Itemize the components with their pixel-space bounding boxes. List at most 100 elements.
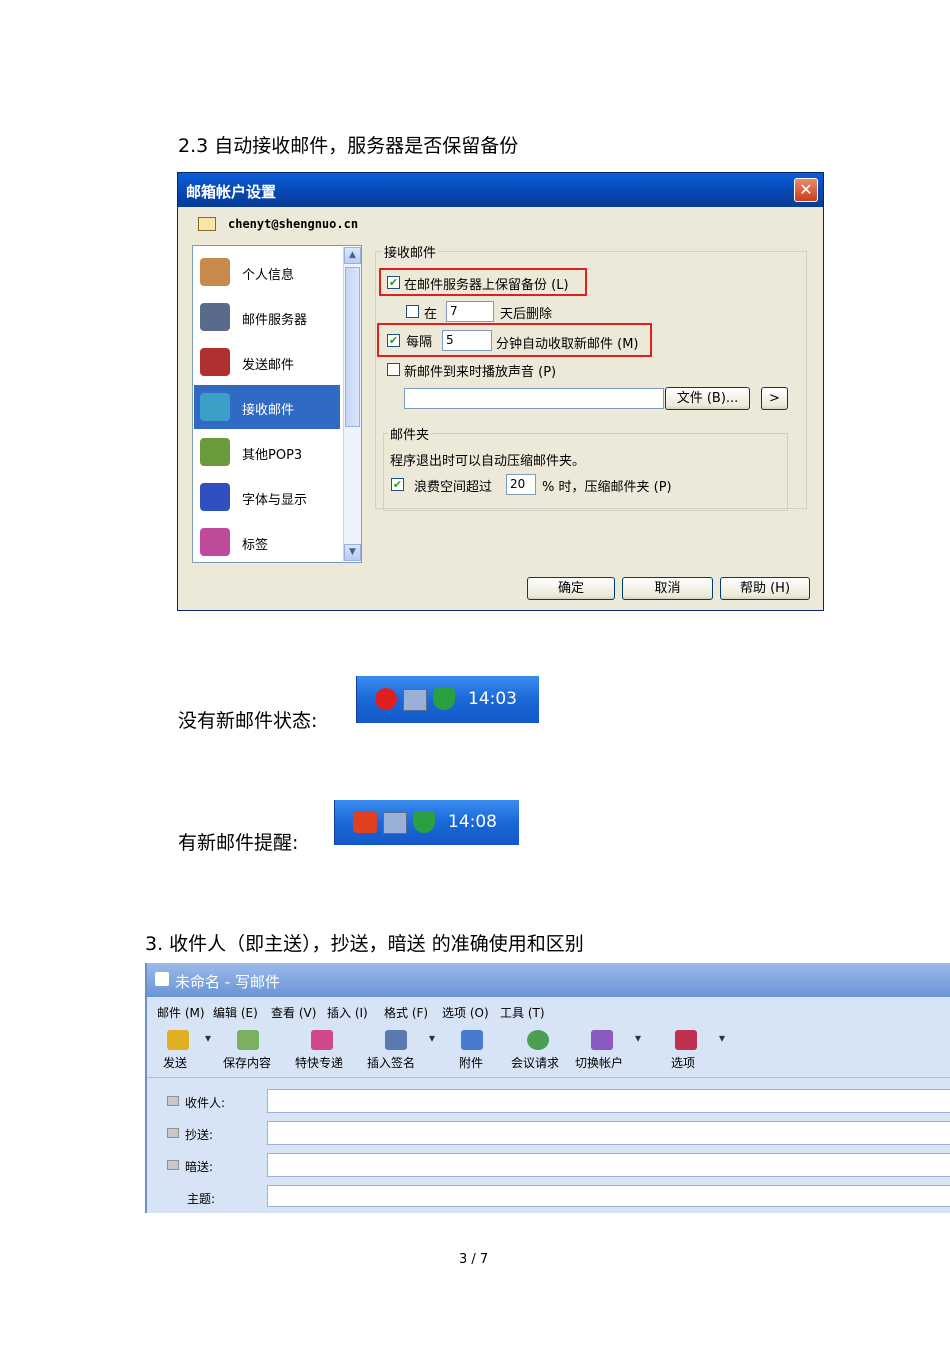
receive-mail-group-label: 接收邮件 <box>382 242 439 261</box>
signature-icon <box>385 1030 407 1050</box>
nav-item-other-pop3[interactable]: 其他POP3 <box>194 430 340 474</box>
network-icon[interactable] <box>403 689 427 711</box>
toolbar-signature[interactable]: 插入签名 <box>367 1054 415 1071</box>
switch-account-dropdown[interactable]: ▾ <box>635 1031 641 1045</box>
cc-label: 抄送: <box>185 1128 214 1142</box>
dialog-titlebar[interactable]: 邮箱帐户设置 ✕ <box>178 173 823 207</box>
ok-button[interactable]: 确定 <box>527 577 615 600</box>
waste-space-suffix: % 时，压缩邮件夹 (P) <box>542 480 672 495</box>
interval-suffix: 分钟自动收取新邮件 (M) <box>496 337 639 352</box>
bcc-label: 暗送: <box>185 1160 214 1174</box>
envelope-icon <box>198 217 216 231</box>
toolbar-save[interactable]: 保存内容 <box>223 1054 271 1071</box>
subject-label: 主题: <box>187 1192 216 1206</box>
settings-category-list: 个人信息 邮件服务器 发送邮件 接收邮件 其他POP3 字体与显示 标签 ▲ ▼ <box>192 245 362 563</box>
nav-scrollbar[interactable]: ▲ ▼ <box>343 247 361 561</box>
shield-icon[interactable] <box>413 811 435 833</box>
dialog-title: 邮箱帐户设置 <box>186 183 277 201</box>
to-input[interactable] <box>267 1089 950 1113</box>
waste-percent-input[interactable]: 20 <box>506 474 536 495</box>
nav-item-mail-server[interactable]: 邮件服务器 <box>194 295 340 339</box>
compose-title: 未命名 - 写邮件 <box>175 973 280 991</box>
nav-item-personal-info[interactable]: 个人信息 <box>194 250 340 294</box>
page-number: 3 / 7 <box>459 1252 489 1267</box>
section-heading-2-3: 2.3 自动接收邮件，服务器是否保留备份 <box>178 135 519 157</box>
scroll-up-button[interactable]: ▲ <box>344 247 361 264</box>
interval-minutes-input[interactable]: 5 <box>442 330 492 351</box>
help-button[interactable]: 帮助 (H) <box>720 577 810 600</box>
tray-clock: 14:08 <box>448 812 497 832</box>
toolbar-express[interactable]: 特快专递 <box>295 1054 343 1071</box>
nav-item-receive-mail[interactable]: 接收邮件 <box>194 385 340 429</box>
nav-item-label: 标签 <box>242 538 269 553</box>
menu-format[interactable]: 格式 (F) <box>384 1004 428 1021</box>
interval-prefix: 每隔 <box>406 335 433 350</box>
subject-input[interactable] <box>267 1185 950 1207</box>
signature-dropdown[interactable]: ▾ <box>429 1031 435 1045</box>
cancel-button[interactable]: 取消 <box>622 577 713 600</box>
send-icon <box>167 1030 189 1050</box>
toolbar-attachment[interactable]: 附件 <box>459 1054 483 1071</box>
express-icon <box>311 1030 333 1050</box>
nav-item-label: 邮件服务器 <box>242 313 308 328</box>
tray-clock: 14:03 <box>468 689 517 709</box>
send-dropdown[interactable]: ▾ <box>205 1031 211 1045</box>
nav-item-label: 接收邮件 <box>242 403 295 418</box>
send-mail-icon <box>200 348 230 376</box>
delete-after-prefix: 在 <box>424 307 438 322</box>
address-book-icon[interactable] <box>167 1128 179 1138</box>
menu-edit[interactable]: 编辑 (E) <box>213 1004 258 1021</box>
keep-backup-checkbox[interactable]: ✔ <box>387 276 400 289</box>
nav-item-send-mail[interactable]: 发送邮件 <box>194 340 340 384</box>
no-mail-label: 没有新邮件状态: <box>178 710 318 732</box>
tag-icon <box>200 528 230 556</box>
nav-item-label: 字体与显示 <box>242 493 308 508</box>
address-book-icon[interactable] <box>167 1160 179 1170</box>
mail-folder-group: 邮件夹 <box>383 424 788 511</box>
mail-folder-group-label: 邮件夹 <box>388 424 432 443</box>
scroll-thumb[interactable] <box>345 267 360 427</box>
save-icon <box>237 1030 259 1050</box>
new-mail-label: 有新邮件提醒: <box>178 832 299 854</box>
scroll-down-button[interactable]: ▼ <box>344 544 361 561</box>
toolbar-meeting[interactable]: 会议请求 <box>511 1054 559 1071</box>
foxmail-icon[interactable] <box>375 688 397 710</box>
toolbar-divider <box>147 1077 950 1078</box>
nav-item-tags[interactable]: 标签 <box>194 520 340 564</box>
menu-tools[interactable]: 工具 (T) <box>500 1004 545 1021</box>
nav-item-font-display[interactable]: 字体与显示 <box>194 475 340 519</box>
nav-item-label: 个人信息 <box>242 268 295 283</box>
menu-options[interactable]: 选项 (O) <box>442 1004 489 1021</box>
attachment-icon <box>461 1030 483 1050</box>
options-dropdown[interactable]: ▾ <box>719 1031 725 1045</box>
compose-titlebar[interactable]: 未命名 - 写邮件 <box>147 963 950 997</box>
keep-backup-label: 在邮件服务器上保留备份 (L) <box>404 278 569 293</box>
menu-view[interactable]: 查看 (V) <box>271 1004 316 1021</box>
toolbar-send[interactable]: 发送 <box>163 1054 187 1071</box>
network-icon[interactable] <box>383 812 407 834</box>
compress-description: 程序退出时可以自动压缩邮件夹。 <box>390 454 586 469</box>
new-mail-icon[interactable] <box>353 811 377 833</box>
delete-days-input[interactable]: 7 <box>446 301 494 322</box>
toolbar-options[interactable]: 选项 <box>671 1054 695 1071</box>
play-sound-button[interactable]: > <box>761 387 788 410</box>
delete-after-checkbox[interactable] <box>406 305 419 318</box>
bcc-input[interactable] <box>267 1153 950 1177</box>
waste-space-checkbox[interactable]: ✔ <box>391 478 404 491</box>
file-browse-button[interactable]: 文件 (B)... <box>665 387 750 410</box>
sound-file-input[interactable] <box>404 388 664 409</box>
account-settings-dialog: 邮箱帐户设置 ✕ chenyt@shengnuo.cn 个人信息 邮件服务器 发… <box>177 172 824 611</box>
address-book-icon[interactable] <box>167 1096 179 1106</box>
play-sound-checkbox[interactable] <box>387 363 400 376</box>
close-button[interactable]: ✕ <box>794 178 818 202</box>
menu-insert[interactable]: 插入 (I) <box>327 1004 368 1021</box>
tray-no-mail: 14:03 <box>356 676 539 723</box>
cc-input[interactable] <box>267 1121 950 1145</box>
toolbar-switch-account[interactable]: 切换帐户 <box>575 1054 623 1071</box>
receive-mail-icon <box>200 393 230 421</box>
play-sound-label: 新邮件到来时播放声音 (P) <box>404 365 557 380</box>
shield-icon[interactable] <box>433 688 455 710</box>
waste-space-prefix: 浪费空间超过 <box>414 480 493 495</box>
interval-checkbox[interactable]: ✔ <box>387 334 400 347</box>
menu-mail[interactable]: 邮件 (M) <box>157 1004 205 1021</box>
